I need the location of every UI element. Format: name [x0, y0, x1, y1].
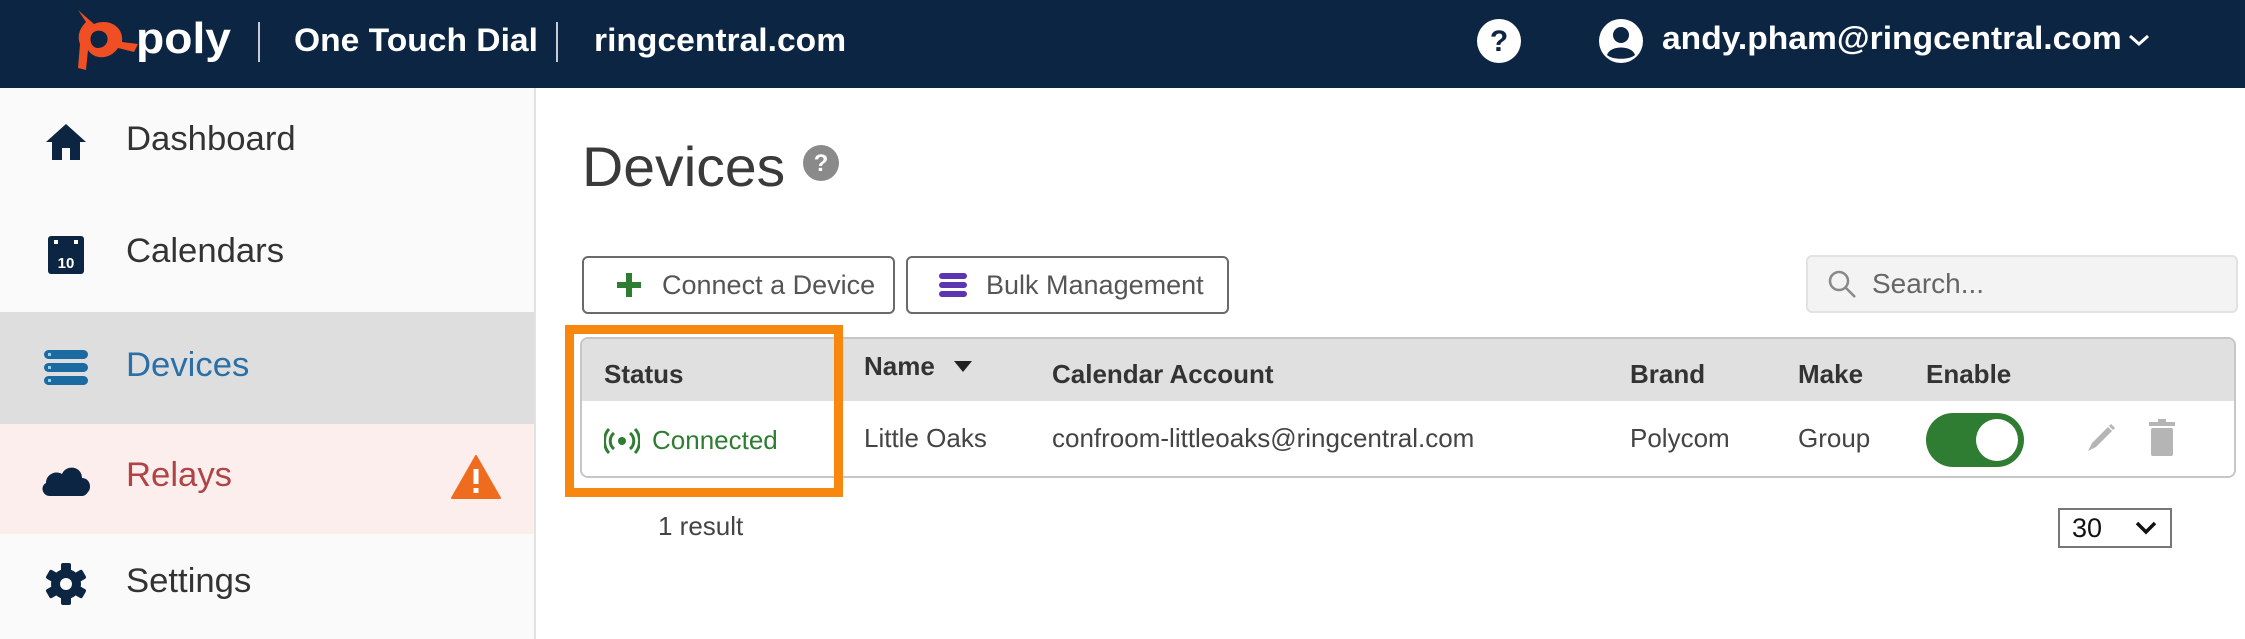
- user-avatar-icon[interactable]: [1598, 18, 1644, 64]
- app-name: One Touch Dial: [294, 22, 538, 58]
- connected-signal-icon: [604, 427, 640, 454]
- bulk-management-label: Bulk Management: [986, 269, 1204, 300]
- svg-text:10: 10: [58, 255, 75, 272]
- search-box[interactable]: [1806, 255, 2238, 313]
- sidebar-item-label: Relays: [126, 456, 233, 494]
- top-header: poly One Touch Dial ringcentral.com ? an…: [0, 0, 2245, 88]
- plus-icon: [617, 273, 641, 297]
- connect-device-button[interactable]: Connect a Device: [582, 256, 895, 314]
- calendar-icon: 10: [48, 236, 84, 274]
- device-brand: Polycom: [1630, 423, 1730, 453]
- table-header: Status Name Calendar Account Brand Make …: [582, 339, 2234, 401]
- calendar-account: confroom-littleoaks@ringcentral.com: [1052, 423, 1475, 453]
- header-divider: [556, 22, 558, 62]
- user-email-menu[interactable]: andy.pham@ringcentral.com: [1662, 20, 2122, 57]
- help-icon[interactable]: ?: [1476, 18, 1522, 64]
- help-icon[interactable]: ?: [802, 144, 840, 182]
- sidebar-item-relays[interactable]: Relays: [0, 424, 534, 534]
- search-input[interactable]: [1872, 268, 2232, 300]
- table-row[interactable]: Connected Little Oaks confroom-littleoak…: [582, 401, 2234, 476]
- list-icon: [44, 350, 88, 385]
- search-icon: [1828, 270, 1856, 298]
- svg-text:?: ?: [814, 150, 829, 177]
- sidebar-item-label: Dashboard: [126, 120, 296, 158]
- sidebar-item-calendars[interactable]: 10 Calendars: [0, 200, 534, 312]
- device-name[interactable]: Little Oaks: [864, 423, 987, 454]
- sidebar-item-label: Settings: [126, 562, 252, 600]
- brand-name: poly: [136, 14, 231, 63]
- poly-logo-icon: [78, 10, 138, 70]
- bulk-management-button[interactable]: Bulk Management: [906, 256, 1229, 314]
- devices-table: Status Name Calendar Account Brand Make …: [580, 337, 2236, 478]
- trash-icon[interactable]: [2148, 419, 2176, 457]
- column-header-make[interactable]: Make: [1798, 359, 1863, 390]
- page-title: Devices: [582, 135, 786, 198]
- sidebar: Dashboard 10 Calendars Devices Relays Se…: [0, 88, 536, 639]
- sidebar-item-label: Devices: [126, 346, 250, 384]
- sort-descending-icon[interactable]: [954, 361, 972, 373]
- status-cell: Connected: [604, 425, 778, 456]
- warning-icon: [451, 455, 501, 499]
- device-make: Group: [1798, 423, 1871, 453]
- column-header-calendar-account[interactable]: Calendar Account: [1052, 359, 1274, 390]
- chevron-down-icon: [2135, 521, 2157, 535]
- column-header-brand[interactable]: Brand: [1630, 359, 1705, 390]
- list-icon: [939, 273, 967, 297]
- status-text: Connected: [652, 425, 778, 455]
- enable-toggle[interactable]: [1926, 413, 2024, 467]
- sidebar-item-dashboard[interactable]: Dashboard: [0, 88, 534, 200]
- column-header-name[interactable]: Name: [864, 351, 935, 382]
- result-count: 1 result: [658, 511, 744, 541]
- organization-domain: ringcentral.com: [594, 22, 847, 58]
- connect-device-label: Connect a Device: [662, 269, 876, 300]
- toggle-knob: [1976, 419, 2018, 461]
- svg-text:?: ?: [1490, 25, 1508, 58]
- sidebar-item-label: Calendars: [126, 232, 285, 270]
- column-header-status[interactable]: Status: [604, 359, 683, 390]
- page-size-select[interactable]: 30: [2058, 508, 2172, 548]
- header-divider: [258, 22, 260, 62]
- home-icon: [46, 124, 86, 160]
- chevron-down-icon[interactable]: [2124, 28, 2154, 52]
- cloud-icon: [42, 467, 90, 496]
- pencil-icon[interactable]: [2084, 421, 2118, 455]
- gear-icon: [46, 563, 86, 605]
- sidebar-item-devices[interactable]: Devices: [0, 312, 534, 424]
- column-header-enable[interactable]: Enable: [1926, 359, 2011, 390]
- page-size-value: 30: [2072, 512, 2103, 543]
- sidebar-item-settings[interactable]: Settings: [0, 534, 534, 639]
